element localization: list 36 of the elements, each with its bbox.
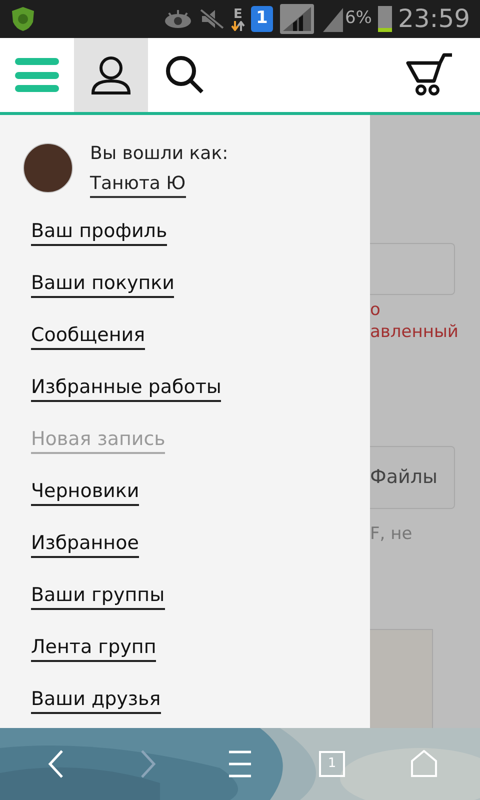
error-text: авленный — [370, 321, 460, 343]
files-button[interactable]: Файлы — [370, 446, 455, 509]
signal-bars-icon — [320, 6, 345, 32]
menu-link[interactable]: Черновики — [31, 478, 140, 506]
menu-link[interactable]: Ваши покупки — [31, 270, 174, 298]
menu-link[interactable]: Избранные работы — [31, 374, 222, 402]
battery-percent: 6% — [344, 7, 372, 30]
eye-icon — [162, 9, 193, 29]
mute-icon — [198, 8, 225, 30]
input-field[interactable] — [370, 243, 455, 295]
menu-link[interactable]: Ваш профиль — [31, 218, 168, 246]
cart-icon — [406, 53, 452, 97]
person-icon — [91, 56, 131, 94]
back-icon — [48, 749, 64, 779]
shield-icon — [10, 6, 36, 32]
signed-in-label: Вы вошли как: — [90, 142, 228, 166]
menu-link[interactable]: Ваши группы — [31, 582, 165, 610]
search-icon — [165, 55, 205, 95]
data-arrows-icon — [230, 20, 245, 30]
clock: 23:59 — [398, 3, 470, 36]
error-text: о — [370, 299, 382, 321]
menu-link[interactable]: Сообщения — [31, 322, 146, 350]
battery-icon — [378, 6, 392, 32]
hint-text: F, не — [370, 523, 414, 545]
menu-icon — [229, 750, 251, 778]
network-type: E — [234, 8, 242, 20]
home-icon — [410, 750, 438, 778]
account-button[interactable] — [74, 38, 148, 112]
menu-link[interactable]: Лента групп — [31, 634, 156, 662]
signal-icon — [278, 3, 315, 35]
menu-link[interactable]: Избранное — [31, 530, 139, 558]
menu-icon — [14, 56, 60, 94]
user-name-link[interactable]: Танюта Ю — [90, 172, 186, 198]
sim-badge: 1 — [250, 6, 273, 32]
menu-link[interactable]: Ваши друзья — [31, 686, 161, 714]
avatar — [23, 143, 73, 193]
